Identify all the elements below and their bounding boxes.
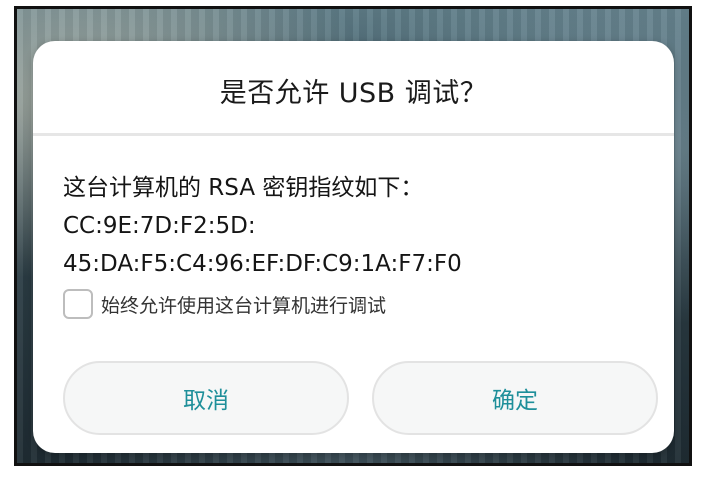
confirm-button[interactable]: 确定 — [372, 361, 658, 435]
screen-frame: 是否允许 USB 调试？ 这台计算机的 RSA 密钥指纹如下： CC:9E:7D… — [14, 6, 692, 466]
message-line-intro: 这台计算机的 RSA 密钥指纹如下： — [63, 175, 424, 201]
always-allow-label: 始终允许使用这台计算机进行调试 — [101, 294, 387, 317]
cancel-button[interactable]: 取消 — [63, 361, 349, 435]
always-allow-checkbox[interactable] — [63, 289, 93, 319]
rsa-fingerprint-line-1: CC:9E:7D:F2:5D: — [63, 213, 256, 239]
dialog-message: 这台计算机的 RSA 密钥指纹如下： CC:9E:7D:F2:5D: 45:DA… — [63, 169, 654, 283]
always-allow-option[interactable]: 始终允许使用这台计算机进行调试 — [63, 287, 386, 321]
dialog-title: 是否允许 USB 调试？ — [219, 78, 488, 109]
title-divider — [33, 133, 674, 136]
rsa-fingerprint-line-2: 45:DA:F5:C4:96:EF:DF:C9:1A:F7:F0 — [63, 251, 462, 277]
usb-debug-dialog: 是否允许 USB 调试？ 这台计算机的 RSA 密钥指纹如下： CC:9E:7D… — [33, 41, 674, 453]
